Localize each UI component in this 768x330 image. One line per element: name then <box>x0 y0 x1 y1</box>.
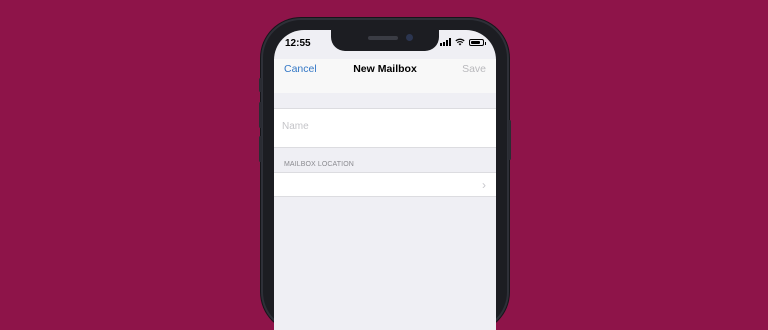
status-icons <box>440 38 486 46</box>
power-button <box>508 120 511 160</box>
mailbox-location-header: MAILBOX LOCATION <box>284 161 354 168</box>
name-cell <box>274 108 496 148</box>
earpiece-speaker <box>368 36 398 40</box>
chevron-right-icon: › <box>482 178 486 192</box>
cellular-signal-icon <box>440 38 451 46</box>
phone-screen: 12:55 Cancel New Mailbox Save MAILBO <box>274 30 496 330</box>
name-field[interactable] <box>282 121 482 132</box>
phone-frame: 12:55 Cancel New Mailbox Save MAILBO <box>259 20 511 330</box>
volume-down-button <box>259 136 262 162</box>
battery-icon <box>469 38 486 46</box>
save-button[interactable]: Save <box>462 63 486 75</box>
notch <box>331 30 439 51</box>
volume-up-button <box>259 102 262 128</box>
wifi-icon <box>455 38 465 46</box>
silent-switch <box>259 78 262 92</box>
front-camera <box>406 34 413 41</box>
battery-level <box>471 40 481 44</box>
mailbox-location-row[interactable]: › <box>274 172 496 197</box>
status-time: 12:55 <box>285 38 311 49</box>
